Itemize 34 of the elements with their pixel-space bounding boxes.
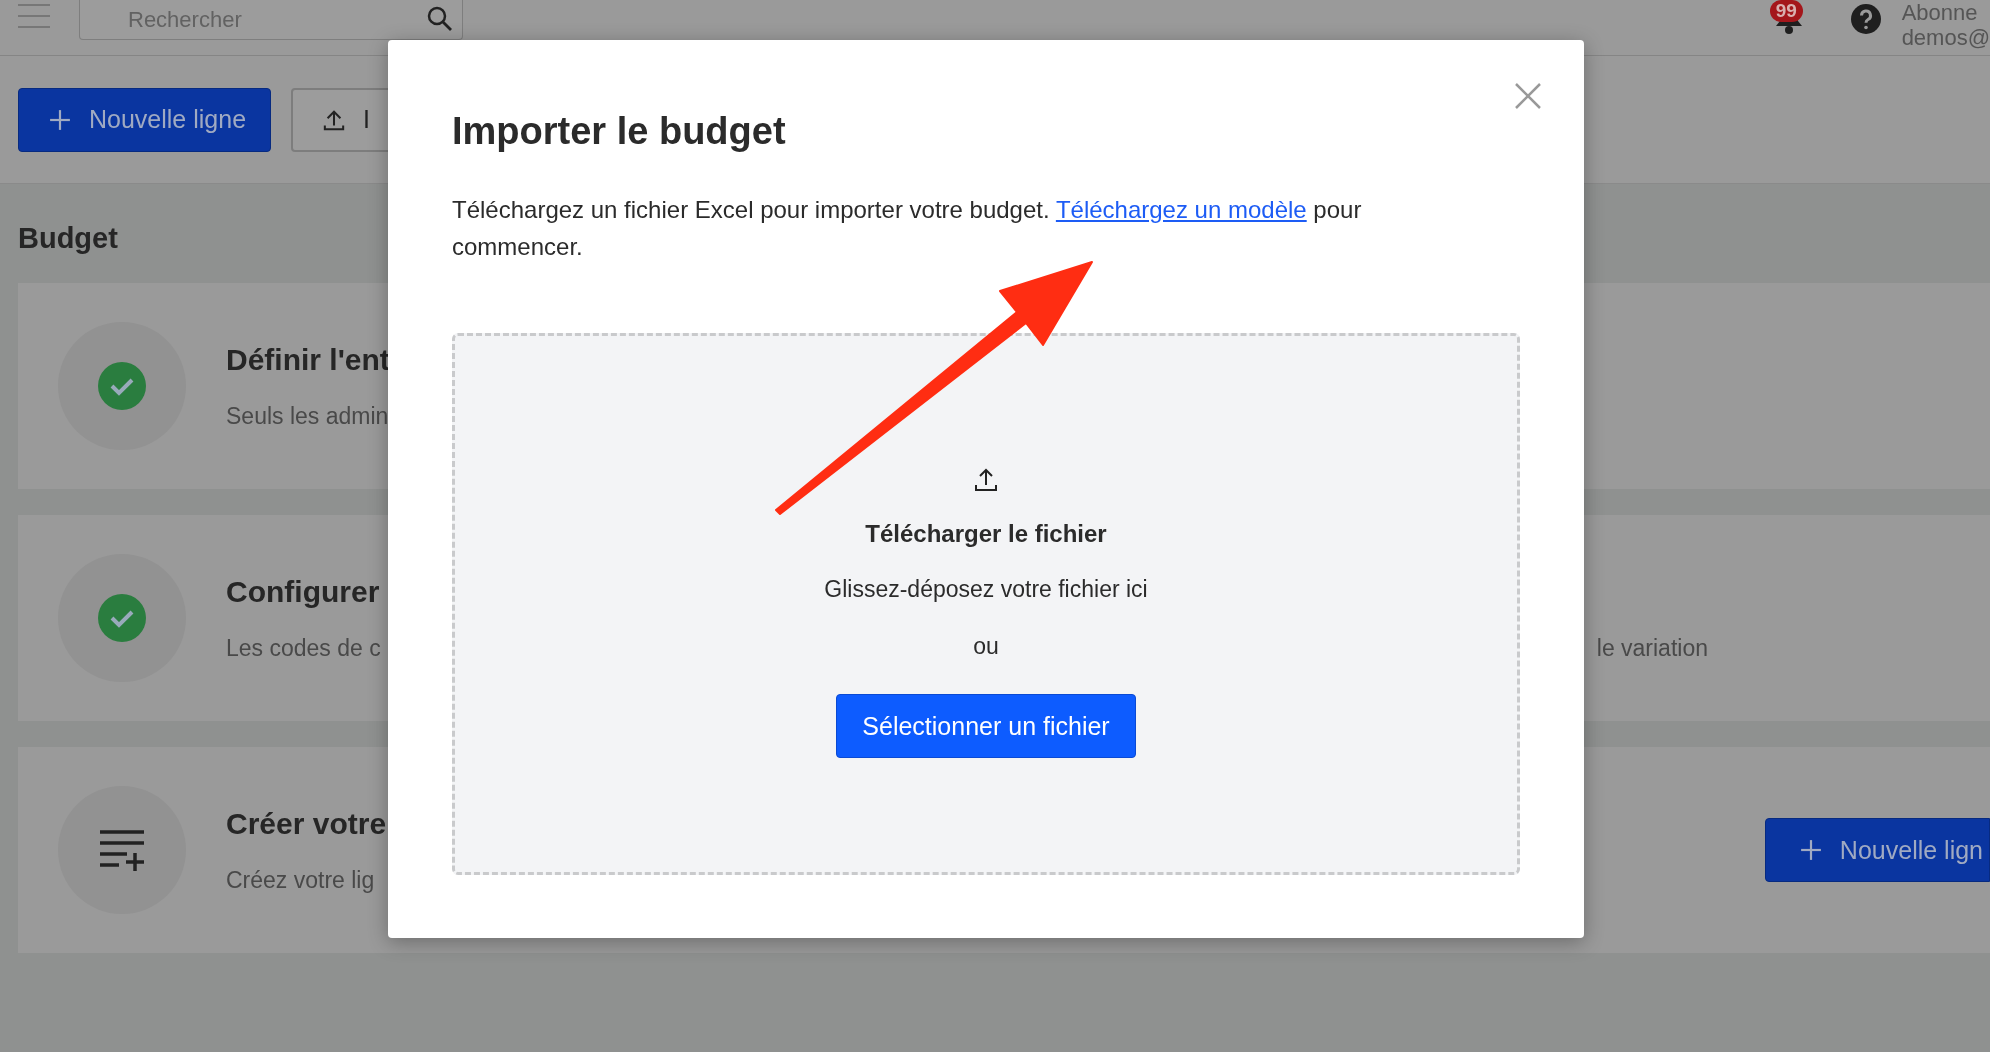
- step-description: Créez votre lig: [226, 866, 375, 894]
- list-plus-icon: [99, 829, 145, 871]
- step-description: Les codes de c: [226, 634, 381, 662]
- close-button[interactable]: [1514, 82, 1542, 110]
- template-link[interactable]: Téléchargez un modèle: [1055, 196, 1307, 223]
- page-title: Budget: [18, 222, 118, 255]
- close-icon: [1514, 82, 1542, 110]
- account-name: Abonne: [1901, 0, 1979, 25]
- account-email: demos@: [1901, 25, 1990, 50]
- check-icon: [98, 362, 146, 410]
- upload-icon: [974, 468, 998, 492]
- drop-zone-hint: Glissez-déposez votre fichier ici: [824, 576, 1148, 603]
- step-description: Seuls les admin: [226, 402, 389, 430]
- help-icon: [1849, 3, 1882, 35]
- search-icon: [427, 6, 453, 32]
- instruction-text: Téléchargez un fichier Excel pour importer votre budget. Téléchargez un modèle pour commencer.: [452, 195, 1363, 262]
- new-line-button[interactable]: Nouvelle ligne: [18, 87, 272, 152]
- step-title: Définir l'ent: [226, 342, 390, 377]
- step-title: Créer votre: [226, 806, 387, 841]
- select-file-button[interactable]: Sélectionner un fichier: [836, 694, 1136, 758]
- check-icon: [98, 594, 146, 642]
- drop-zone[interactable]: Télécharger le fichier Glissez-déposez votre fichier ici ou Sélectionner un fichier: [452, 333, 1520, 875]
- new-line-button[interactable]: Nouvelle lign: [1764, 818, 1990, 882]
- search-field[interactable]: Rechercher: [79, 0, 463, 40]
- plus-icon: [49, 108, 71, 131]
- step-description: le variation: [1596, 634, 1708, 662]
- upload-icon: [323, 108, 346, 131]
- plus-icon: [1799, 839, 1822, 861]
- separator-text: ou: [973, 633, 999, 660]
- notification-badge: 99: [1769, 0, 1803, 22]
- menu-icon: [18, 4, 50, 28]
- drop-zone-title: Télécharger le fichier: [865, 520, 1107, 548]
- dialog-title: Importer le budget: [452, 110, 786, 153]
- step-title: Configurer: [226, 574, 380, 609]
